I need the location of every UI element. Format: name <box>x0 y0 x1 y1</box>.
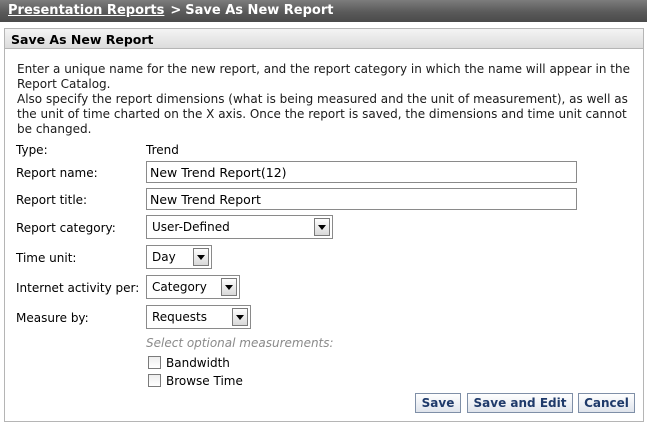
time-unit-label: Time unit: <box>16 251 77 265</box>
save-as-new-report-panel: Save As New Report Enter a unique name f… <box>4 28 644 422</box>
save-button[interactable]: Save <box>415 393 461 413</box>
report-title-input[interactable] <box>146 188 577 210</box>
chevron-down-icon[interactable] <box>193 248 209 266</box>
intro-paragraph-2: Also specify the report dimensions (what… <box>17 92 628 136</box>
chevron-down-icon[interactable] <box>221 278 237 296</box>
breadcrumb-separator: > <box>170 3 182 18</box>
report-name-label: Report name: <box>16 166 98 180</box>
bandwidth-checkbox[interactable] <box>148 356 161 369</box>
report-title-label: Report title: <box>16 193 88 207</box>
chevron-down-icon[interactable] <box>232 308 248 326</box>
browse-time-checkbox[interactable] <box>148 374 161 387</box>
browse-time-checkbox-row[interactable]: Browse Time <box>148 374 243 388</box>
bandwidth-checkbox-row[interactable]: Bandwidth <box>148 356 230 370</box>
report-category-value: User-Defined <box>152 220 230 234</box>
report-category-select[interactable]: User-Defined <box>146 215 333 239</box>
type-label: Type: <box>16 143 48 157</box>
chevron-down-icon[interactable] <box>314 218 330 236</box>
measure-by-label: Measure by: <box>16 311 89 325</box>
cancel-button[interactable]: Cancel <box>578 393 635 413</box>
panel-title: Save As New Report <box>5 29 643 49</box>
breadcrumb-current: Save As New Report <box>185 3 334 18</box>
save-and-edit-button[interactable]: Save and Edit <box>467 393 573 413</box>
internet-activity-label: Internet activity per: <box>16 281 140 295</box>
browse-time-label: Browse Time <box>166 374 243 388</box>
report-category-label: Report category: <box>16 221 116 235</box>
internet-activity-value: Category <box>152 280 207 294</box>
measure-by-value: Requests <box>152 310 207 324</box>
intro-paragraph-1: Enter a unique name for the new report, … <box>17 62 630 91</box>
report-name-input[interactable] <box>146 161 577 183</box>
time-unit-select[interactable]: Day <box>146 245 212 269</box>
optional-measurements-hint: Select optional measurements: <box>146 336 334 350</box>
measure-by-select[interactable]: Requests <box>146 305 251 329</box>
type-value: Trend <box>146 143 179 157</box>
breadcrumb-link-presentation-reports[interactable]: Presentation Reports <box>8 3 164 18</box>
breadcrumb: Presentation Reports > Save As New Report <box>0 0 647 22</box>
bandwidth-label: Bandwidth <box>166 356 230 370</box>
intro-text: Enter a unique name for the new report, … <box>17 62 632 137</box>
time-unit-value: Day <box>152 250 176 264</box>
internet-activity-select[interactable]: Category <box>146 275 240 299</box>
